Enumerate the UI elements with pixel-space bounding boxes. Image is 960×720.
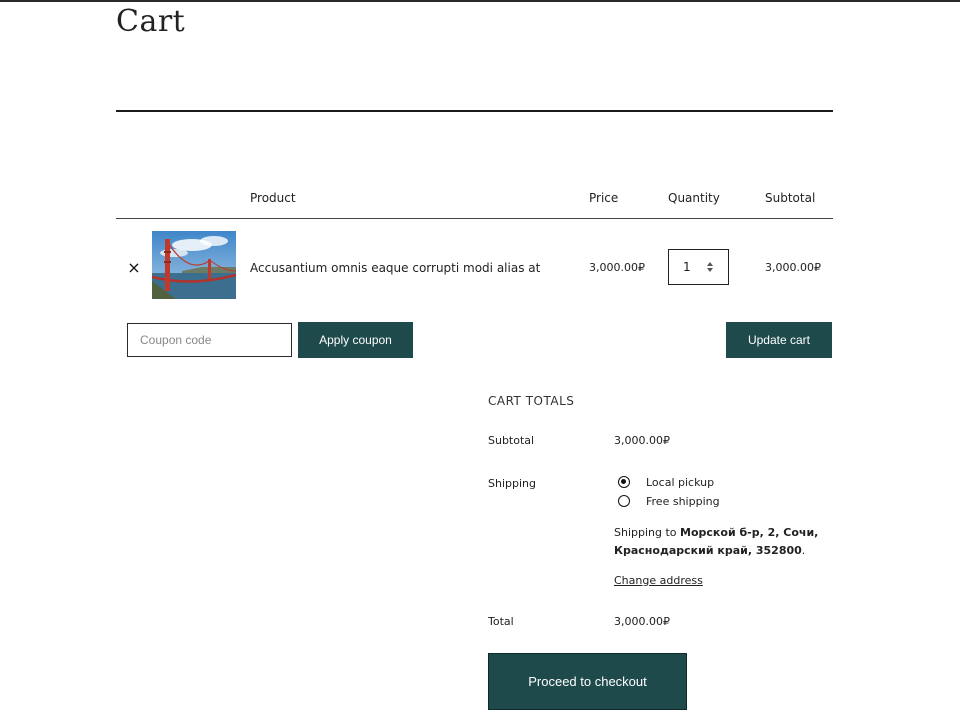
change-address-link[interactable]: Change address [614, 574, 703, 587]
quantity-value[interactable]: 1 [683, 260, 691, 274]
total-value: 3,000.00₽ [614, 615, 670, 628]
column-header-quantity: Quantity [668, 191, 720, 205]
product-price: 3,000.00₽ [589, 261, 645, 274]
column-header-subtotal: Subtotal [765, 191, 816, 205]
update-cart-button[interactable]: Update cart [726, 322, 832, 358]
column-header-price: Price [589, 191, 619, 205]
title-divider [116, 110, 833, 112]
shipping-to-suffix: . [801, 544, 806, 557]
shipping-to-prefix: Shipping to [614, 526, 677, 539]
total-label: Total [488, 615, 514, 628]
top-border [0, 0, 960, 2]
proceed-to-checkout-button[interactable]: Proceed to checkout [488, 653, 687, 710]
coupon-code-input[interactable] [127, 323, 292, 357]
shipping-destination: Shipping to Морской б-р, 2, Сочи, Красно… [614, 524, 844, 560]
local-pickup-label[interactable]: Local pickup [646, 476, 714, 489]
local-pickup-radio[interactable] [618, 476, 630, 488]
shipping-label: Shipping [488, 477, 536, 490]
product-name-link[interactable]: Accusantium omnis eaque corrupti modi al… [250, 261, 540, 275]
free-shipping-radio[interactable] [618, 495, 630, 507]
column-header-product: Product [250, 191, 296, 205]
cart-totals-heading: CART TOTALS [488, 394, 575, 408]
remove-item-icon[interactable]: × [124, 258, 144, 278]
table-header-divider [116, 218, 833, 219]
product-subtotal: 3,000.00₽ [765, 261, 821, 274]
subtotal-value: 3,000.00₽ [614, 434, 670, 447]
apply-coupon-button[interactable]: Apply coupon [298, 322, 413, 358]
free-shipping-label[interactable]: Free shipping [646, 495, 720, 508]
page-title: Cart [116, 4, 186, 39]
spinner-arrows-icon[interactable] [706, 260, 716, 274]
subtotal-label: Subtotal [488, 434, 535, 447]
product-thumbnail[interactable] [152, 231, 236, 299]
quantity-stepper[interactable]: 1 [668, 249, 729, 285]
